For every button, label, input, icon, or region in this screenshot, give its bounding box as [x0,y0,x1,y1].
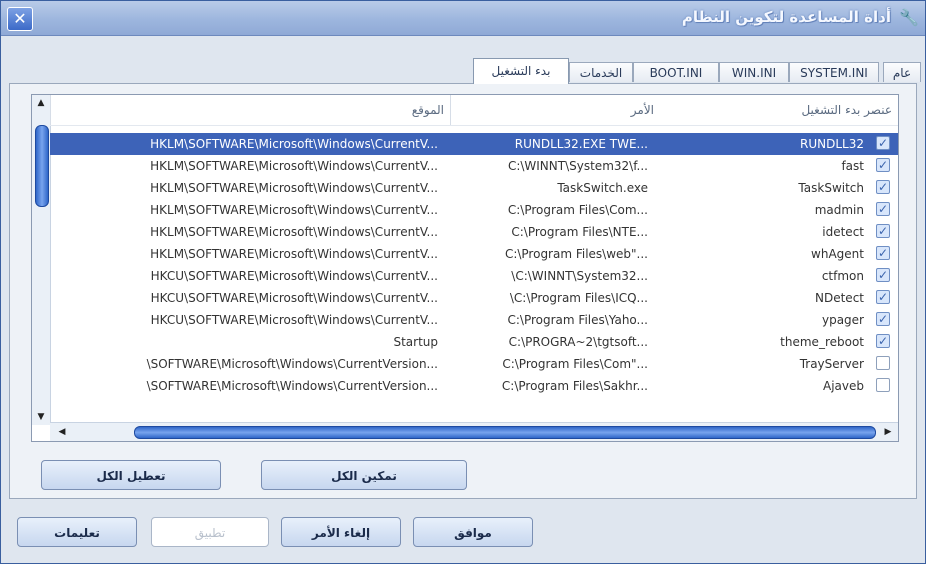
close-icon: ✕ [13,9,27,28]
row-checkbox[interactable] [876,198,890,220]
row-command: C:\PROGRA~2\tgtsoft... [508,335,648,349]
horizontal-scroll-thumb[interactable] [134,426,876,439]
row-name: NDetect [815,291,864,305]
row-name: TrayServer [799,357,864,371]
horizontal-scrollbar[interactable]: ◀ ▶ [50,422,898,441]
table-row[interactable]: HKLM\SOFTWARE\Microsoft\Windows\CurrentV… [50,242,898,265]
row-checkbox[interactable] [876,242,890,264]
row-checkbox[interactable] [876,154,890,176]
tab-strip: عام SYSTEM.INI WIN.INI BOOT.INI الخدمات … [31,58,921,84]
row-command: TaskSwitch.exe [557,181,648,195]
column-header-command[interactable]: الأمر [450,95,660,125]
row-command: C:\WINNT\System32\f... [507,159,648,173]
list-rows: HKLM\SOFTWARE\Microsoft\Windows\CurrentV… [50,132,898,397]
disable-all-button[interactable]: تعطيل الكل [41,460,221,490]
ok-button[interactable]: موافق [413,517,533,547]
row-checkbox[interactable] [876,286,890,308]
row-name: Ajaveb [823,379,864,393]
table-row[interactable]: Startup C:\PROGRA~2\tgtsoft... theme_reb… [50,330,898,353]
row-checkbox[interactable] [876,264,890,286]
row-name: whAgent [811,247,864,261]
row-location: HKCU\SOFTWARE\Microsoft\Windows\CurrentV… [150,269,438,283]
row-name: ctfmon [821,269,864,283]
row-location: HKLM\SOFTWARE\Microsoft\Windows\CurrentV… [150,159,438,173]
row-location: \SOFTWARE\Microsoft\Windows\CurrentVersi… [146,379,438,393]
table-row[interactable]: HKCU\SOFTWARE\Microsoft\Windows\CurrentV… [50,264,898,287]
table-row[interactable]: HKLM\SOFTWARE\Microsoft\Windows\CurrentV… [50,176,898,199]
row-location: HKLM\SOFTWARE\Microsoft\Windows\CurrentV… [150,247,438,261]
row-checkbox[interactable] [876,378,890,392]
help-button[interactable]: تعليمات [17,517,137,547]
tab-startup[interactable]: بدء التشغيل [473,58,569,84]
cancel-button[interactable]: إلغاء الأمر [281,517,401,547]
enable-all-button[interactable]: تمكين الكل [261,460,467,490]
row-command: \C:\WINNT\System32... [511,269,648,283]
row-location: HKCU\SOFTWARE\Microsoft\Windows\CurrentV… [150,291,438,305]
column-header-startup-item[interactable]: عنصر بدء التشغيل [660,95,896,125]
row-name: fast [841,159,864,173]
row-name: RUNDLL32 [800,137,864,151]
row-name: TaskSwitch [798,181,864,195]
row-command: C:\Program Files\Yaho... [507,313,649,327]
table-row[interactable]: HKCU\SOFTWARE\Microsoft\Windows\CurrentV… [50,286,898,309]
row-checkbox[interactable] [876,220,890,242]
startup-list[interactable]: ▲ ▼ الموقع الأمر عنصر بدء التشغيل HKLM\S… [31,94,899,442]
row-location: HKLM\SOFTWARE\Microsoft\Windows\CurrentV… [150,137,438,151]
table-row[interactable]: HKLM\SOFTWARE\Microsoft\Windows\CurrentV… [50,132,898,155]
row-name: madmin [814,203,864,217]
row-name: theme_reboot [780,335,864,349]
row-checkbox[interactable] [876,176,890,198]
list-header: الموقع الأمر عنصر بدء التشغيل [50,95,898,126]
row-location: HKLM\SOFTWARE\Microsoft\Windows\CurrentV… [150,203,438,217]
row-location: HKLM\SOFTWARE\Microsoft\Windows\CurrentV… [150,181,438,195]
row-command: C:\Program Files\Sakhr... [501,379,648,393]
scroll-down-icon[interactable]: ▼ [32,409,50,425]
row-command: C:\Program Files\Com... [507,203,648,217]
table-row[interactable]: HKLM\SOFTWARE\Microsoft\Windows\CurrentV… [50,154,898,177]
table-row[interactable]: HKLM\SOFTWARE\Microsoft\Windows\CurrentV… [50,198,898,221]
row-checkbox[interactable] [876,356,890,370]
row-checkbox[interactable] [876,308,890,330]
system-config-window: ✕ أداة المساعدة لتكوين النظام 🔧 عام SYST… [0,0,926,564]
row-checkbox[interactable] [876,132,890,154]
window-title: أداة المساعدة لتكوين النظام [681,8,891,26]
row-name: idetect [822,225,864,239]
table-row[interactable]: HKCU\SOFTWARE\Microsoft\Windows\CurrentV… [50,308,898,331]
table-row[interactable]: \SOFTWARE\Microsoft\Windows\CurrentVersi… [50,375,898,397]
row-location: \SOFTWARE\Microsoft\Windows\CurrentVersi… [146,357,438,371]
row-checkbox[interactable] [876,330,890,352]
wrench-icon: 🔧 [899,8,919,27]
scroll-right-icon[interactable]: ▶ [880,423,896,441]
table-row[interactable]: \SOFTWARE\Microsoft\Windows\CurrentVersi… [50,353,898,375]
table-row[interactable]: HKLM\SOFTWARE\Microsoft\Windows\CurrentV… [50,220,898,243]
scroll-up-icon[interactable]: ▲ [32,95,50,111]
tab-general[interactable]: عام [883,62,921,82]
row-command: C:\Program Files\Com"... [502,357,648,371]
tab-services[interactable]: الخدمات [569,62,633,82]
close-button[interactable]: ✕ [7,7,33,31]
row-command: RUNDLL32.EXE TWE... [514,137,648,151]
row-location: HKLM\SOFTWARE\Microsoft\Windows\CurrentV… [150,225,438,239]
row-location: HKCU\SOFTWARE\Microsoft\Windows\CurrentV… [150,313,438,327]
scroll-left-icon[interactable]: ◀ [54,423,70,441]
tab-boot-ini[interactable]: BOOT.INI [633,62,719,82]
row-command: C:\Program Files\web"... [504,247,648,261]
column-header-location[interactable]: الموقع [50,95,450,125]
vertical-scrollbar[interactable]: ▲ ▼ [32,95,51,425]
tab-win-ini[interactable]: WIN.INI [719,62,789,82]
vertical-scroll-thumb[interactable] [35,125,49,207]
row-command: \C:\Program Files\ICQ... [509,291,648,305]
row-name: ypager [821,313,864,327]
title-bar: ✕ أداة المساعدة لتكوين النظام 🔧 [1,1,925,36]
row-command: C:\Program Files\NTE... [511,225,648,239]
tab-system-ini[interactable]: SYSTEM.INI [789,62,879,82]
row-location: Startup [393,335,438,349]
apply-button: تطبيق [151,517,269,547]
